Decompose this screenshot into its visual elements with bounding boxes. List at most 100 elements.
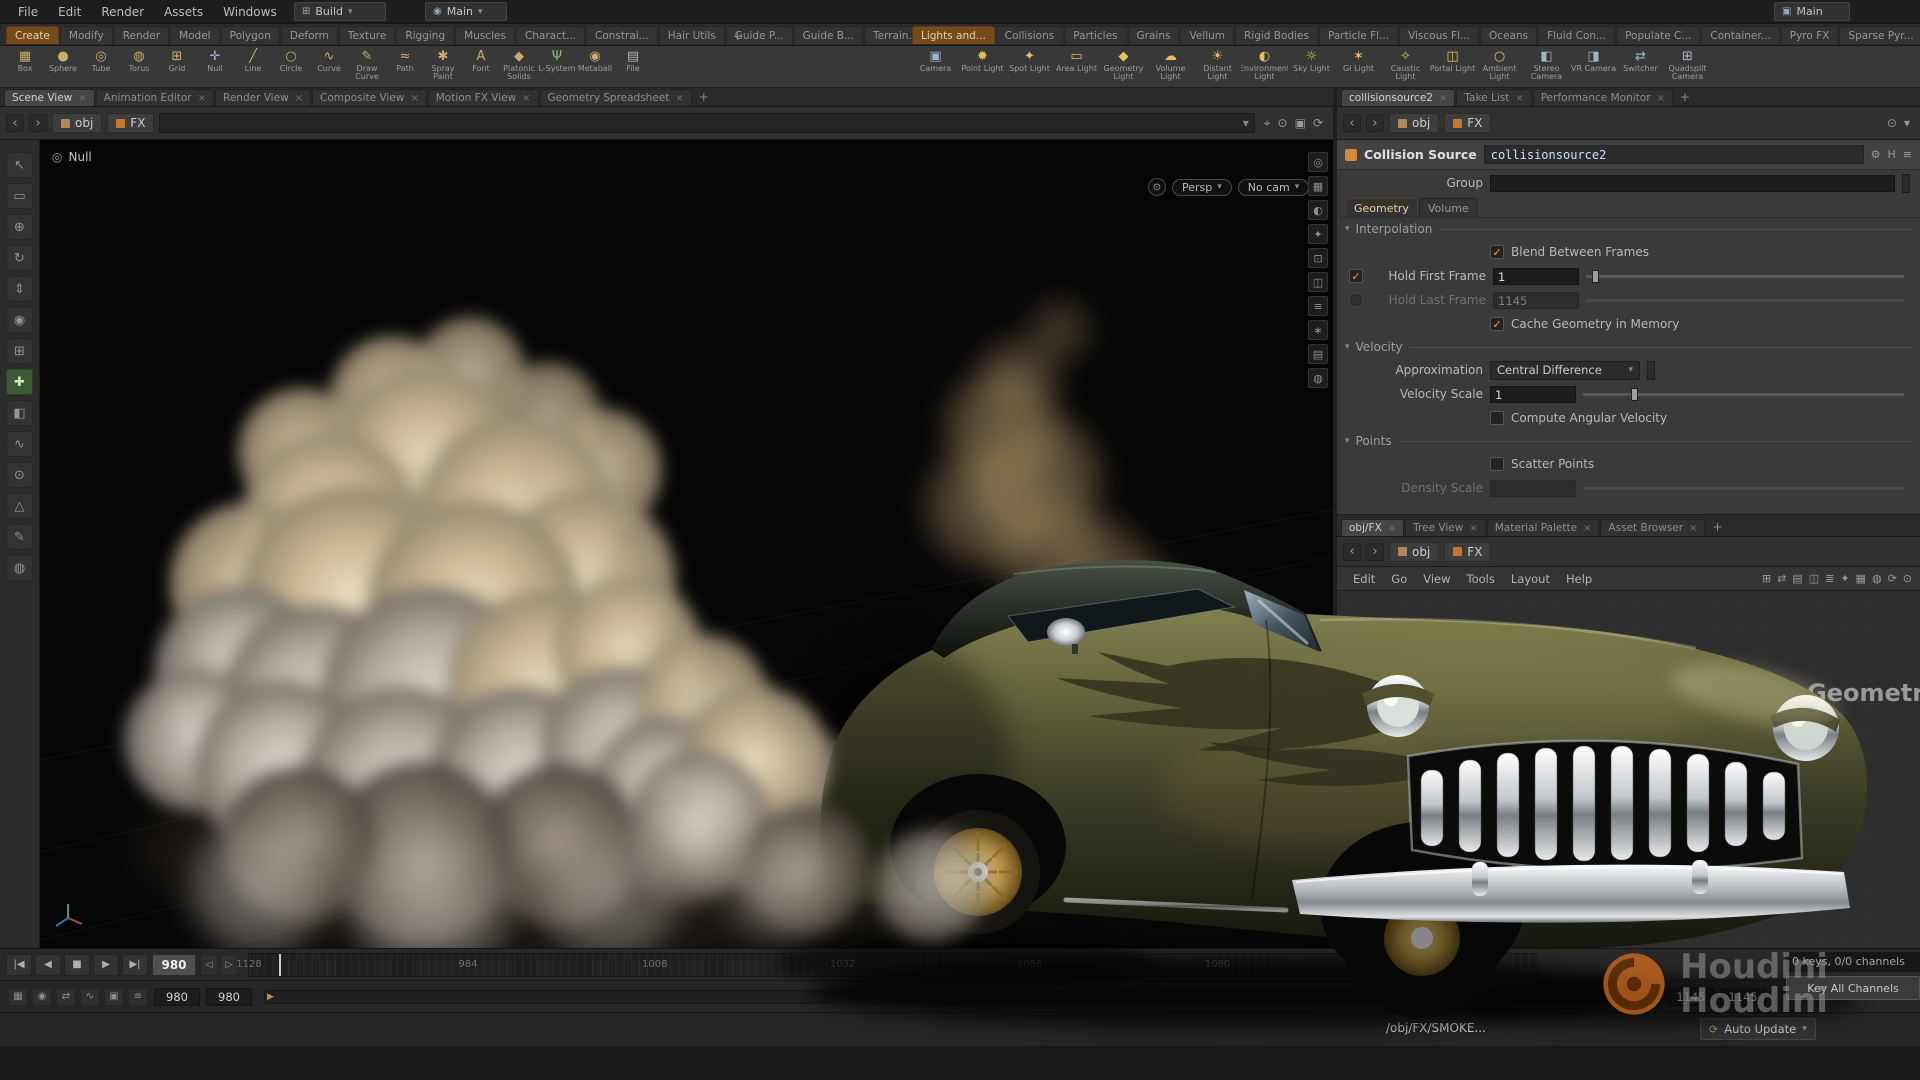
pane-tab[interactable]: Motion FX View × <box>428 89 539 106</box>
shelf-tool[interactable]: ◆ Geometry Light <box>1100 47 1147 87</box>
section-points[interactable]: ▾ Points <box>1337 430 1920 452</box>
network-toolbar-icon[interactable]: ▤ <box>1792 572 1802 585</box>
node-name-field[interactable]: collisionsource2 <box>1484 145 1864 164</box>
path-chip-obj[interactable]: obj <box>52 113 102 133</box>
shelf-tab[interactable]: Particle Fl... <box>1319 26 1398 44</box>
shelf-tool[interactable]: ≈ Path <box>386 47 424 87</box>
pathbar-icon[interactable]: ▣ <box>1295 116 1306 131</box>
close-icon[interactable]: × <box>675 93 683 104</box>
chevron-down-icon[interactable]: ▾ <box>1904 116 1910 130</box>
scatter-points-checkbox[interactable]: ✓ <box>1490 457 1504 471</box>
group-selector-button[interactable] <box>1902 174 1910 193</box>
viewport-tool-icon[interactable]: ⊕ <box>6 214 33 240</box>
forward-icon[interactable]: › <box>1366 114 1384 132</box>
shelf-tool[interactable]: ◧ Stereo Camera <box>1523 47 1570 87</box>
shelf-tab[interactable]: Charact... <box>516 26 585 44</box>
shelf-tool[interactable]: ◫ Portal Light <box>1429 47 1476 87</box>
shelf-tool[interactable]: ✹ Point Light <box>959 47 1006 87</box>
add-shelf-tab-button[interactable]: + <box>726 27 749 45</box>
add-pane-tab-button[interactable]: + <box>693 90 715 106</box>
viewport-tool-icon[interactable]: ✎ <box>6 524 33 550</box>
lock-icon[interactable]: ⊙ <box>1148 178 1166 196</box>
shelf-tab[interactable]: Rigging <box>396 26 454 44</box>
viewport-display-icon[interactable]: ∗ <box>1308 320 1328 340</box>
menu-item[interactable]: File <box>8 3 48 21</box>
network-pane-tab[interactable]: Material Palette × <box>1487 519 1600 536</box>
close-icon[interactable]: × <box>410 93 418 104</box>
node-blast5[interactable]: blast5 <box>1627 673 1681 687</box>
shelf-tab[interactable]: Modify <box>60 26 113 44</box>
shelf-tool[interactable]: ○ Ambient Light <box>1476 47 1523 87</box>
transport-button[interactable]: ◀ <box>35 954 61 976</box>
viewport-canvas[interactable] <box>40 140 1333 948</box>
network-toolbar-icon[interactable]: ⟳ <box>1888 572 1897 585</box>
value-ladder-handle[interactable] <box>1647 361 1655 380</box>
shelf-tab[interactable]: Hair Utils <box>659 26 725 44</box>
viewport-tool-icon[interactable]: ∿ <box>6 431 33 457</box>
network-pane-tab[interactable]: obj/FX × <box>1341 519 1404 536</box>
density-scale-slider[interactable] <box>1583 487 1904 490</box>
viewport-display-icon[interactable]: ◍ <box>1308 368 1328 388</box>
blend-between-frames-checkbox[interactable]: ✓ <box>1490 245 1504 259</box>
section-velocity[interactable]: ▾ Velocity <box>1337 336 1920 358</box>
viewport-display-icon[interactable]: ≡ <box>1308 296 1328 316</box>
shelf-tab[interactable]: Fluid Con... <box>1538 26 1615 44</box>
forward-icon[interactable]: › <box>1366 543 1384 561</box>
close-icon[interactable]: × <box>198 93 206 104</box>
shelf-tool[interactable]: ☁ Volume Light <box>1147 47 1194 87</box>
transport-button[interactable]: |◀ <box>6 954 32 976</box>
hold-first-frame-enable[interactable]: ✓ <box>1349 269 1363 283</box>
playbar-option-icon[interactable]: ≡ <box>128 988 148 1006</box>
desktop-main-chip[interactable]: ▣ Main <box>1774 2 1850 21</box>
params-header-icon[interactable]: ≡ <box>1903 148 1912 161</box>
shelf-tab[interactable]: Container... <box>1701 26 1779 44</box>
network-pane-tab[interactable]: Tree View × <box>1405 519 1486 536</box>
shelf-tab[interactable]: Model <box>170 26 220 44</box>
shelf-tab[interactable]: Guide B... <box>794 26 863 44</box>
shelf-tool[interactable]: ⊞ Grid <box>158 47 196 87</box>
shelf-tab[interactable]: Create <box>6 26 59 44</box>
pin-icon[interactable]: ⊙ <box>1887 116 1897 130</box>
pane-tab[interactable]: Performance Monitor × <box>1533 89 1673 106</box>
velocity-scale-slider[interactable] <box>1583 393 1904 396</box>
shelf-tab[interactable]: Pyro FX <box>1781 26 1839 44</box>
shelf-tab[interactable]: Grains <box>1128 26 1180 44</box>
close-icon[interactable]: × <box>1657 93 1665 104</box>
param-folder-tab[interactable]: Geometry <box>1345 198 1418 217</box>
playbar-option-icon[interactable]: ▦ <box>8 988 28 1006</box>
frame-step-button[interactable]: ◁ <box>200 954 218 976</box>
pane-tab[interactable]: Composite View × <box>312 89 427 106</box>
shelf-tool[interactable]: ● Sphere <box>44 47 82 87</box>
network-toolbar-icon[interactable]: ⊞ <box>1762 572 1771 585</box>
menu-item[interactable]: Assets <box>154 3 213 21</box>
shelf-tool[interactable]: ✎ Draw Curve <box>348 47 386 87</box>
range-end-field[interactable]: 1145 <box>1668 988 1714 1006</box>
network-pane-tab[interactable]: Asset Browser × <box>1600 519 1705 536</box>
pane-tab[interactable]: Take List × <box>1456 89 1531 106</box>
viewport-tool-icon[interactable]: △ <box>6 493 33 519</box>
shelf-tool[interactable]: ✱ Spray Paint <box>424 47 462 87</box>
close-icon[interactable]: × <box>1469 523 1477 534</box>
add-pane-tab-button[interactable]: + <box>1706 520 1728 536</box>
pane-tab[interactable]: collisionsource2 × <box>1341 89 1455 106</box>
shelf-tool[interactable]: ✶ GI Light <box>1335 47 1382 87</box>
playhead[interactable] <box>279 954 281 976</box>
close-icon[interactable]: × <box>1583 523 1591 534</box>
pathbar-icon[interactable]: ⌖ <box>1264 116 1271 131</box>
shelf-tool[interactable]: ○ Circle <box>272 47 310 87</box>
shelf-tool[interactable]: Ψ L-System <box>538 47 576 87</box>
viewport-tool-icon[interactable]: ✚ <box>6 369 33 395</box>
playbar-option-icon[interactable]: ∿ <box>80 988 100 1006</box>
range-start-field2[interactable]: 980 <box>206 988 252 1006</box>
projection-menu[interactable]: Persp ▾ <box>1172 179 1232 196</box>
forward-icon[interactable]: › <box>29 114 47 132</box>
shelf-tool[interactable]: ⇄ Switcher <box>1617 47 1664 87</box>
shelf-tab[interactable]: Sparse Pyr... <box>1839 26 1920 44</box>
close-icon[interactable]: × <box>1388 523 1396 534</box>
playbar-option-icon[interactable]: ⇄ <box>56 988 76 1006</box>
compute-angular-velocity-checkbox[interactable]: ✓ <box>1490 411 1504 425</box>
velocity-scale-field[interactable]: 1 <box>1490 386 1576 403</box>
hold-last-frame-slider[interactable] <box>1586 299 1904 302</box>
shelf-tab[interactable]: Polygon <box>221 26 280 44</box>
shelf-tool[interactable]: ▤ File <box>614 47 652 87</box>
